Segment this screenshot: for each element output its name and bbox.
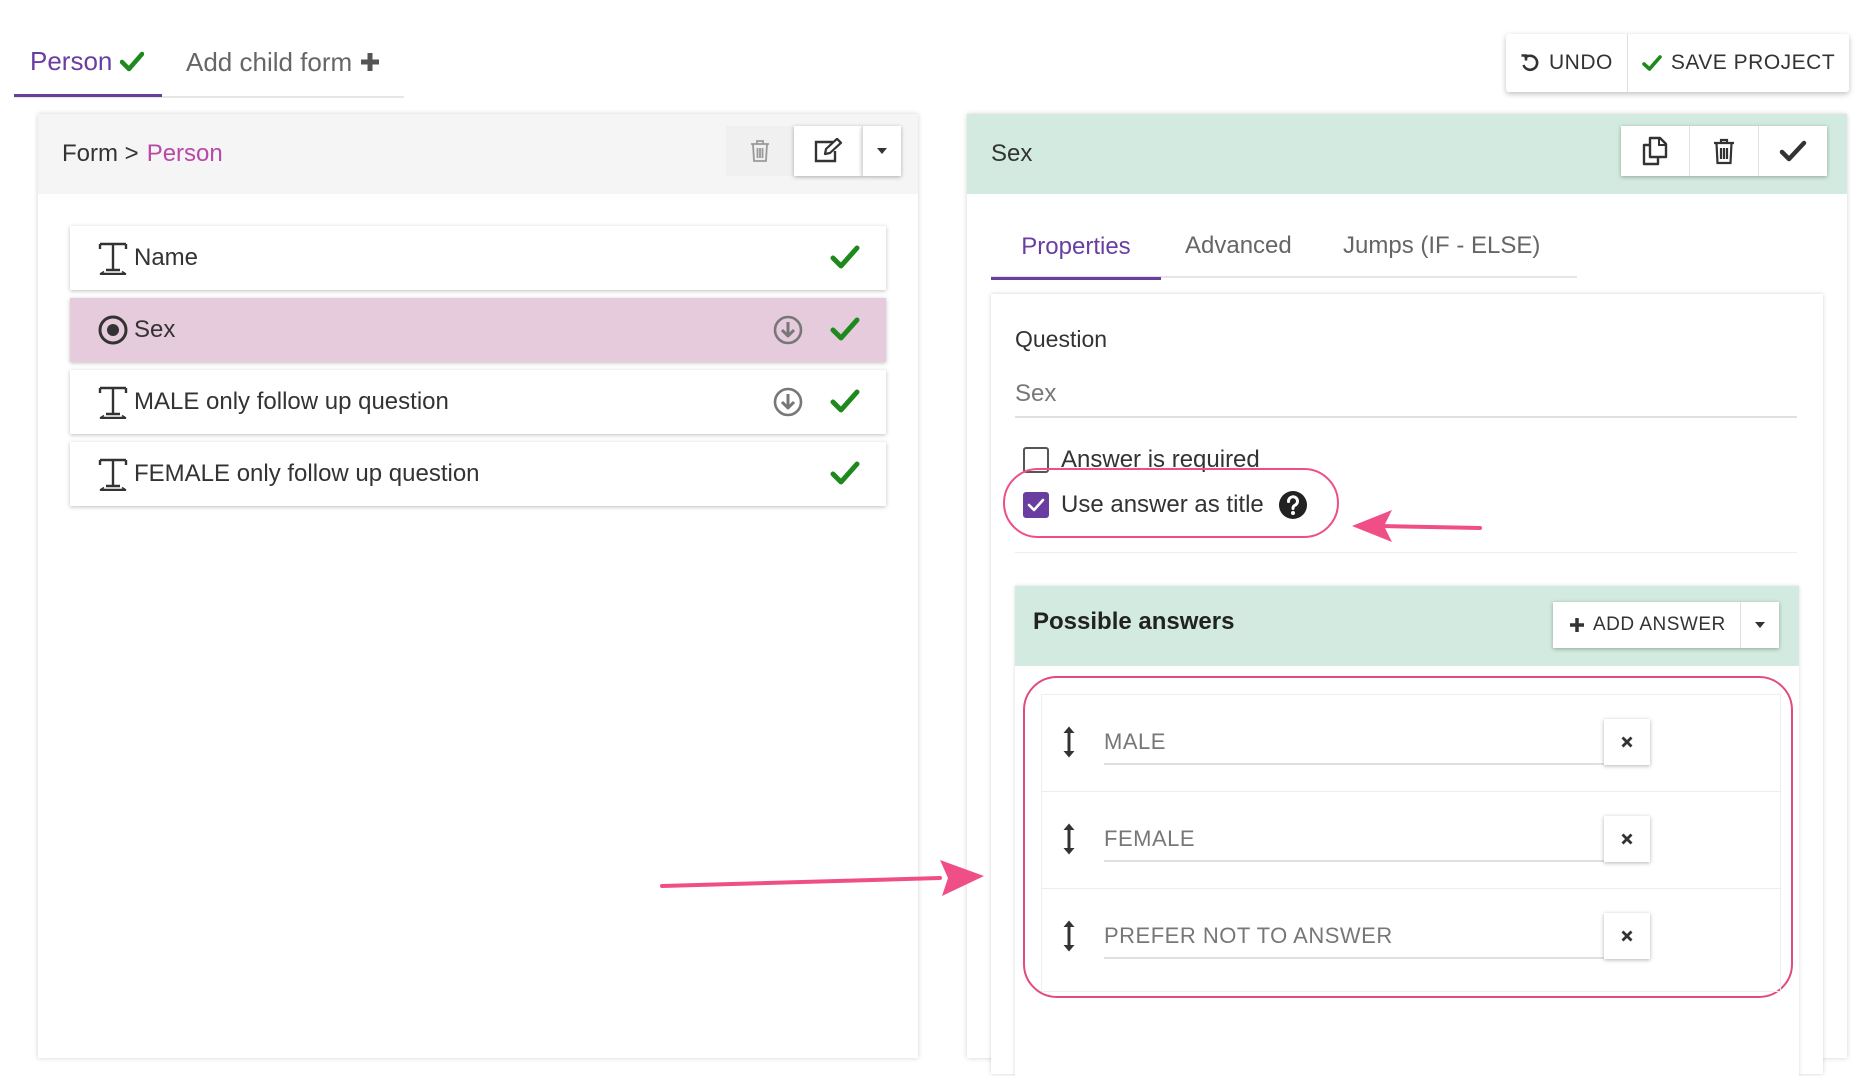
confirm-question-button[interactable] bbox=[1758, 126, 1827, 176]
answer-input[interactable] bbox=[1104, 721, 1604, 765]
drag-handle-icon[interactable] bbox=[1062, 919, 1076, 953]
tab-jumps[interactable]: Jumps (IF - ELSE) bbox=[1343, 216, 1540, 276]
tab-add-child-form[interactable]: Add child form bbox=[186, 28, 380, 96]
breadcrumb-root: Form > bbox=[62, 140, 139, 167]
copy-icon bbox=[1640, 136, 1670, 166]
possible-answers-card: Possible answers ADD ANSWER bbox=[1015, 586, 1799, 1076]
add-answer-group: ADD ANSWER bbox=[1553, 602, 1779, 648]
project-actions: UNDO SAVE PROJECT bbox=[1506, 34, 1850, 92]
check-icon bbox=[830, 316, 860, 342]
question-list: Name Sex MALE only follow up question FE… bbox=[70, 226, 886, 514]
possible-answers-title: Possible answers bbox=[1033, 608, 1235, 635]
check-icon bbox=[830, 244, 860, 270]
question-field-label: Question bbox=[1015, 326, 1108, 352]
caret-down-icon bbox=[1754, 621, 1766, 629]
annotation-arrow-title bbox=[1350, 506, 1484, 546]
close-icon bbox=[1621, 833, 1633, 845]
answer-row bbox=[1042, 889, 1780, 985]
check-icon bbox=[1642, 54, 1671, 72]
tab-properties[interactable]: Properties bbox=[991, 216, 1161, 280]
form-structure-panel: Form > Person Name Sex MALE only follow … bbox=[38, 114, 918, 1058]
save-project-button[interactable]: SAVE PROJECT bbox=[1626, 34, 1849, 92]
text-icon bbox=[92, 241, 134, 275]
answer-input[interactable] bbox=[1104, 915, 1604, 959]
tab-person-label: Person bbox=[30, 45, 113, 76]
drag-handle-icon[interactable] bbox=[1062, 822, 1076, 856]
check-icon bbox=[112, 50, 145, 72]
question-label: MALE only follow up question bbox=[134, 388, 449, 415]
jump-icon bbox=[772, 386, 804, 418]
close-icon bbox=[1621, 930, 1633, 942]
use-answer-title-row: Use answer as title bbox=[1023, 490, 1308, 520]
form-options-dropdown[interactable] bbox=[862, 126, 901, 176]
help-icon[interactable] bbox=[1278, 490, 1308, 520]
add-answer-dropdown[interactable] bbox=[1739, 602, 1779, 648]
question-label: FEMALE only follow up question bbox=[134, 460, 480, 487]
question-label: Sex bbox=[134, 316, 176, 343]
use-answer-title-checkbox[interactable] bbox=[1023, 492, 1049, 518]
form-header: Form > Person bbox=[38, 114, 918, 194]
jump-icon bbox=[772, 314, 804, 346]
answer-row bbox=[1042, 695, 1780, 792]
question-item-male-follow-up[interactable]: MALE only follow up question bbox=[70, 370, 886, 434]
possible-answers-header: Possible answers ADD ANSWER bbox=[1015, 586, 1799, 666]
duplicate-question-button[interactable] bbox=[1621, 126, 1689, 176]
add-answer-label: ADD ANSWER bbox=[1593, 614, 1726, 635]
delete-form-button[interactable] bbox=[726, 126, 794, 176]
text-icon bbox=[92, 385, 134, 419]
divider bbox=[1015, 552, 1797, 553]
question-properties-panel: Sex Properties Advanced Jumps (IF - ELSE… bbox=[967, 114, 1847, 1076]
drag-handle-icon[interactable] bbox=[1062, 725, 1076, 759]
answers-list bbox=[1041, 694, 1781, 992]
question-header: Sex bbox=[967, 114, 1847, 194]
delete-question-button[interactable] bbox=[1689, 126, 1758, 176]
question-item-sex[interactable]: Sex bbox=[70, 298, 886, 362]
plus-icon bbox=[352, 52, 380, 72]
properties-card: Question Answer is required Use answer a… bbox=[991, 294, 1823, 1076]
trash-icon bbox=[749, 139, 771, 163]
use-answer-title-label: Use answer as title bbox=[1061, 491, 1264, 518]
tab-advanced[interactable]: Advanced bbox=[1185, 216, 1292, 276]
question-tabs: Properties Advanced Jumps (IF - ELSE) bbox=[991, 216, 1577, 280]
question-item-female-follow-up[interactable]: FEMALE only follow up question bbox=[70, 442, 886, 506]
question-label: Name bbox=[134, 244, 199, 271]
form-tools bbox=[726, 126, 901, 176]
check-icon bbox=[830, 460, 860, 486]
save-project-label: SAVE PROJECT bbox=[1670, 51, 1836, 74]
edit-form-button[interactable] bbox=[794, 126, 862, 176]
undo-icon bbox=[1520, 53, 1549, 73]
check-icon bbox=[1779, 140, 1807, 162]
edit-icon bbox=[813, 138, 843, 164]
text-icon bbox=[92, 457, 134, 491]
check-icon bbox=[830, 388, 860, 414]
radio-icon bbox=[92, 314, 134, 346]
answer-row bbox=[1042, 792, 1780, 889]
question-title: Sex bbox=[991, 140, 1033, 167]
form-tabs: Person Add child form bbox=[14, 28, 404, 98]
remove-answer-button[interactable] bbox=[1604, 816, 1650, 862]
add-answer-button[interactable]: ADD ANSWER bbox=[1553, 602, 1740, 648]
plus-icon bbox=[1569, 617, 1585, 633]
question-item-name[interactable]: Name bbox=[70, 226, 886, 290]
tab-add-child-label: Add child form bbox=[186, 46, 353, 77]
tab-person[interactable]: Person bbox=[14, 28, 162, 97]
breadcrumb: Form > Person bbox=[62, 114, 223, 194]
question-input[interactable] bbox=[1015, 372, 1797, 418]
close-icon bbox=[1621, 736, 1633, 748]
breadcrumb-current[interactable]: Person bbox=[147, 140, 223, 168]
caret-down-icon bbox=[876, 147, 888, 155]
trash-icon bbox=[1712, 138, 1736, 165]
remove-answer-button[interactable] bbox=[1604, 719, 1650, 765]
answer-input[interactable] bbox=[1104, 818, 1604, 862]
undo-button[interactable]: UNDO bbox=[1506, 34, 1627, 92]
undo-label: UNDO bbox=[1549, 51, 1613, 74]
remove-answer-button[interactable] bbox=[1604, 913, 1650, 959]
annotation-arrow-answers bbox=[660, 858, 986, 906]
question-tools bbox=[1621, 126, 1827, 176]
